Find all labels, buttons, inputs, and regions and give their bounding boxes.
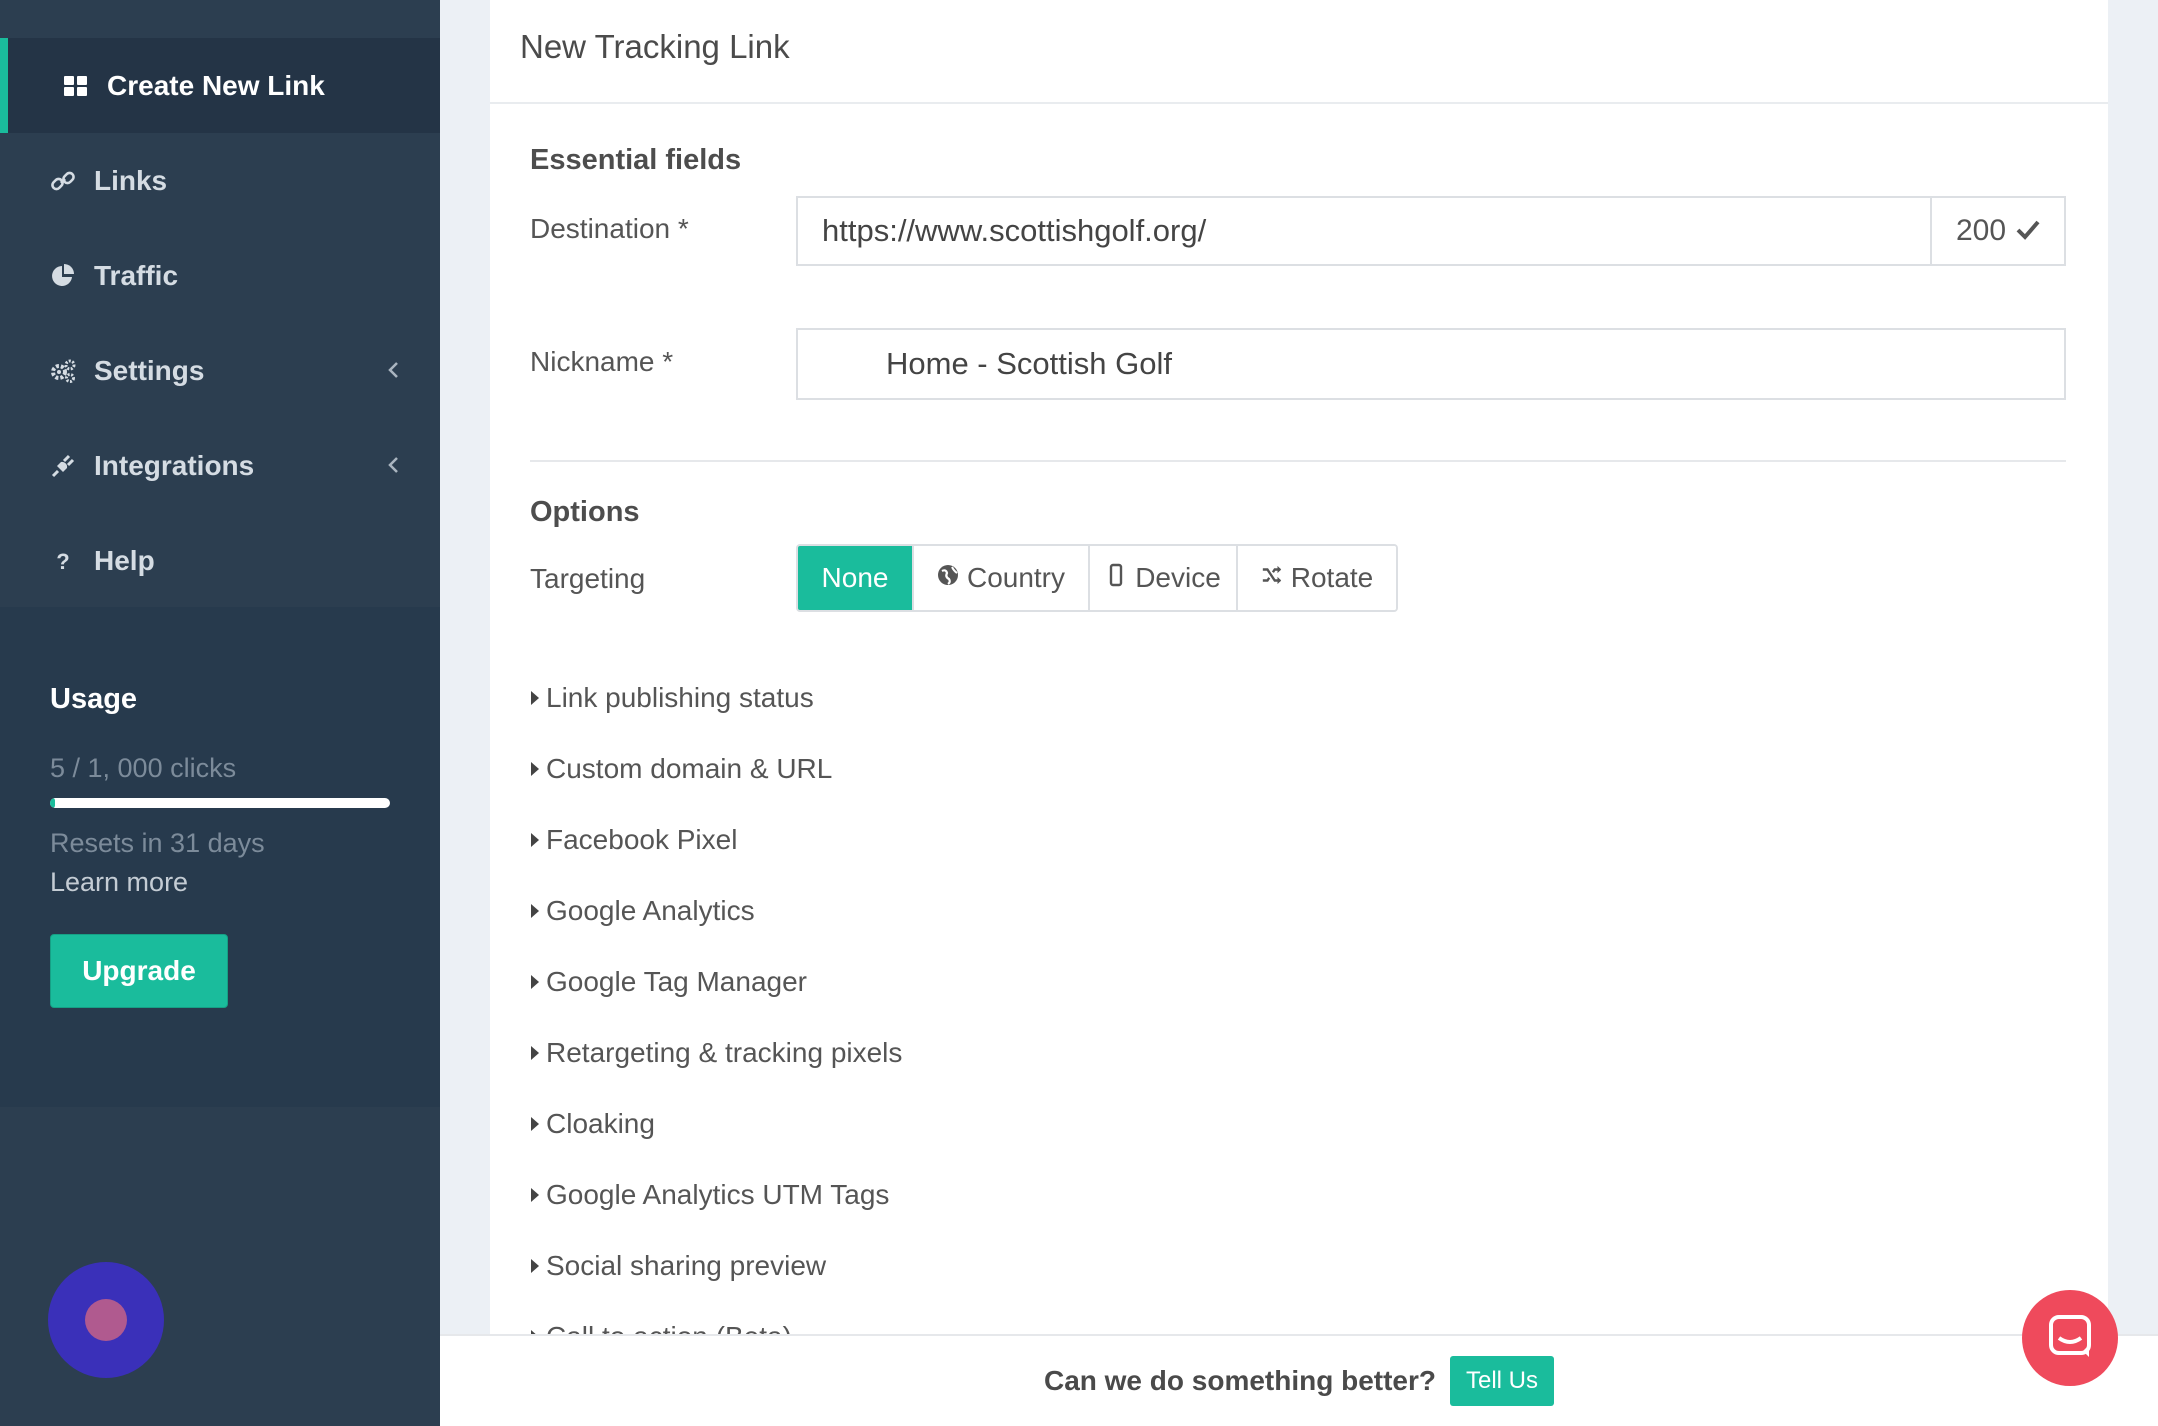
sidebar-item-links[interactable]: Links xyxy=(0,133,440,228)
grid-icon xyxy=(63,73,89,99)
destination-field[interactable]: https://www.scottishgolf.org/ 200 xyxy=(796,196,2066,266)
accordion-label: Google Tag Manager xyxy=(546,965,807,997)
accordion-label: Social sharing preview xyxy=(546,1249,827,1281)
accordion-label: Link publishing status xyxy=(546,681,814,713)
sidebar-item-label: Settings xyxy=(94,354,205,386)
page-title: New Tracking Link xyxy=(520,28,790,65)
caret-right-icon xyxy=(530,903,540,919)
chat-launcher-button[interactable] xyxy=(2022,1290,2118,1386)
new-link-card: New Tracking Link Essential fields Desti… xyxy=(490,0,2108,1426)
sidebar-item-help[interactable]: ? Help xyxy=(0,513,440,608)
accordion-retargeting-pixels[interactable]: Retargeting & tracking pixels xyxy=(530,1017,902,1088)
caret-right-icon xyxy=(530,1258,540,1274)
destination-input[interactable]: https://www.scottishgolf.org/ xyxy=(798,198,1930,264)
options-accordion: Link publishing status Custom domain & U… xyxy=(530,662,902,1372)
caret-right-icon xyxy=(530,761,540,777)
assistant-bubble[interactable] xyxy=(48,1262,164,1378)
sidebar-item-label: Integrations xyxy=(94,449,255,481)
sidebar-item-integrations[interactable]: Integrations xyxy=(0,418,440,513)
plug-icon xyxy=(50,453,76,479)
accordion-google-analytics[interactable]: Google Analytics xyxy=(530,875,902,946)
sidebar-item-traffic[interactable]: Traffic xyxy=(0,228,440,323)
usage-panel: Usage 5 / 1, 000 clicks Resets in 31 day… xyxy=(0,607,440,1107)
link-icon xyxy=(50,168,76,194)
accordion-label: Retargeting & tracking pixels xyxy=(546,1036,903,1068)
usage-clicks: 5 / 1, 000 clicks xyxy=(50,753,237,783)
feedback-question: Can we do something better? xyxy=(1043,1365,1436,1396)
caret-right-icon xyxy=(530,974,540,990)
learn-more-link[interactable]: Learn more xyxy=(50,867,188,898)
chevron-left-icon xyxy=(384,452,402,478)
targeting-country-button[interactable]: Country xyxy=(912,546,1088,610)
card-header: New Tracking Link xyxy=(490,0,2108,104)
sidebar-item-label: Links xyxy=(94,164,168,196)
feedback-bar: Can we do something better? Tell Us xyxy=(440,1334,2158,1426)
usage-progress-bar xyxy=(50,798,390,808)
sidebar: Create New Link Links Traffic Settings I… xyxy=(0,0,440,1426)
gears-icon xyxy=(50,358,76,384)
shuffle-icon xyxy=(1261,562,1283,594)
targeting-device-button[interactable]: Device xyxy=(1088,546,1236,610)
usage-resets: Resets in 31 days xyxy=(50,828,265,858)
accordion-label: Google Analytics xyxy=(546,894,755,926)
accordion-social-sharing-preview[interactable]: Social sharing preview xyxy=(530,1230,902,1301)
usage-progress-fill xyxy=(50,798,56,808)
question-icon: ? xyxy=(50,548,76,574)
accordion-link-publishing-status[interactable]: Link publishing status xyxy=(530,662,902,733)
svg-text:?: ? xyxy=(56,549,69,574)
divider xyxy=(530,460,2066,462)
status-code: 200 xyxy=(1955,214,2007,247)
targeting-device-label: Device xyxy=(1135,562,1221,593)
targeting-rotate-label: Rotate xyxy=(1290,562,1374,593)
targeting-country-label: Country xyxy=(966,562,1066,593)
options-title: Options xyxy=(530,496,640,528)
chevron-left-icon xyxy=(384,357,402,383)
caret-right-icon xyxy=(530,832,540,848)
pie-chart-icon xyxy=(50,263,76,289)
accordion-google-tag-manager[interactable]: Google Tag Manager xyxy=(530,946,902,1017)
targeting-label: Targeting xyxy=(530,563,646,594)
nickname-input[interactable]: Home - Scottish Golf xyxy=(796,328,2066,400)
targeting-selector: None Country Device Rotate xyxy=(796,544,1398,612)
accordion-facebook-pixel[interactable]: Facebook Pixel xyxy=(530,804,902,875)
upgrade-button[interactable]: Upgrade xyxy=(50,934,228,1008)
usage-title: Usage xyxy=(50,683,138,715)
accordion-label: Google Analytics UTM Tags xyxy=(546,1178,890,1210)
tell-us-button[interactable]: Tell Us xyxy=(1450,1356,1555,1406)
chat-icon xyxy=(2047,1313,2093,1364)
destination-status: 200 xyxy=(1930,198,2064,264)
targeting-rotate-button[interactable]: Rotate xyxy=(1236,546,1396,610)
sidebar-item-label: Create New Link xyxy=(107,69,325,101)
accordion-label: Facebook Pixel xyxy=(546,823,738,855)
caret-right-icon xyxy=(530,690,540,706)
caret-right-icon xyxy=(530,1116,540,1132)
caret-right-icon xyxy=(530,1045,540,1061)
sidebar-item-label: Traffic xyxy=(94,259,179,291)
targeting-none-label: None xyxy=(821,562,889,593)
accordion-label: Cloaking xyxy=(546,1107,655,1139)
accordion-utm-tags[interactable]: Google Analytics UTM Tags xyxy=(530,1159,902,1230)
accordion-custom-domain[interactable]: Custom domain & URL xyxy=(530,733,902,804)
globe-icon xyxy=(937,562,959,594)
essential-fields-title: Essential fields xyxy=(530,144,742,176)
assistant-dot-icon xyxy=(85,1299,127,1341)
accordion-label: Custom domain & URL xyxy=(546,752,833,784)
accordion-cloaking[interactable]: Cloaking xyxy=(530,1088,902,1159)
caret-right-icon xyxy=(530,1187,540,1203)
sidebar-item-label: Help xyxy=(94,544,155,576)
main-content: New Tracking Link Essential fields Desti… xyxy=(440,0,2158,1426)
mobile-icon xyxy=(1105,562,1127,594)
targeting-none-button[interactable]: None xyxy=(798,546,912,610)
sidebar-item-create-new-link[interactable]: Create New Link xyxy=(0,38,440,133)
check-icon xyxy=(2016,214,2040,248)
sidebar-item-settings[interactable]: Settings xyxy=(0,323,440,418)
nickname-label: Nickname * xyxy=(530,346,674,377)
destination-label: Destination * xyxy=(530,213,689,244)
